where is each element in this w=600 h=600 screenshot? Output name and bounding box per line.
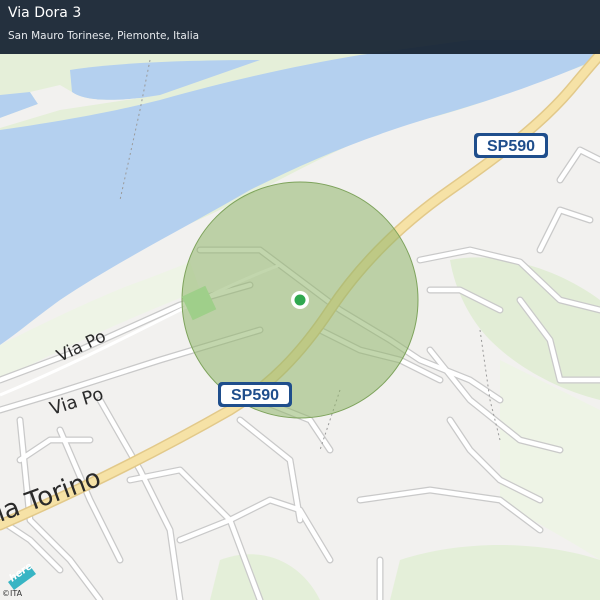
road-shield-top-label: SP590: [487, 138, 535, 155]
location-title: Via Dora 3: [8, 5, 82, 21]
location-header: Via Dora 3 San Mauro Torinese, Piemonte,…: [0, 0, 600, 54]
road-shield-center-label: SP590: [231, 387, 279, 404]
map-canvas[interactable]: SP590 SP590 Via Po Via Po ia Torino here…: [0, 0, 600, 600]
road-shield-top: SP590: [474, 133, 548, 158]
road-shield-center: SP590: [218, 382, 292, 407]
map-copyright: ©ITA: [2, 589, 23, 598]
location-dot[interactable]: [294, 294, 306, 306]
location-subtitle: San Mauro Torinese, Piemonte, Italia: [8, 30, 200, 42]
